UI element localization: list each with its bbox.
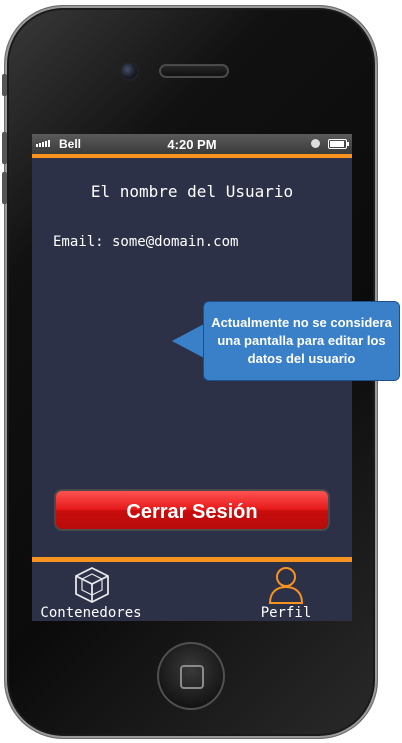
clock-icon — [311, 139, 320, 148]
battery-icon — [328, 139, 349, 149]
front-camera — [121, 63, 137, 79]
volume-up-button — [2, 132, 7, 164]
status-time: 4:20 PM — [167, 137, 217, 152]
volume-down-button — [2, 172, 7, 204]
cube-icon — [75, 566, 109, 604]
tab-perfil[interactable]: Perfil — [246, 562, 326, 621]
status-bar: Bell 4:20 PM — [32, 134, 352, 158]
tab-contenedores[interactable]: Contenedores — [36, 562, 146, 621]
logout-button[interactable]: Cerrar Sesión — [54, 489, 330, 531]
tab-bar: Contenedores Perfil — [32, 557, 352, 621]
user-email: Email: some@domain.com — [53, 234, 239, 250]
user-icon — [268, 567, 304, 604]
earpiece-speaker — [159, 64, 229, 78]
callout-line: datos del usuario — [247, 351, 356, 366]
home-button[interactable] — [157, 642, 225, 710]
callout-line: una pantalla para editar los — [217, 333, 386, 348]
user-name: El nombre del Usuario — [90, 182, 294, 201]
mute-switch — [2, 74, 7, 96]
annotation-callout: Actualmente no se considera una pantalla… — [203, 301, 400, 381]
callout-pointer — [172, 324, 204, 358]
callout-line: Actualmente no se considera — [211, 315, 392, 330]
tab-perfil-label: Perfil — [260, 605, 312, 621]
tab-contenedores-label: Contenedores — [40, 605, 142, 621]
